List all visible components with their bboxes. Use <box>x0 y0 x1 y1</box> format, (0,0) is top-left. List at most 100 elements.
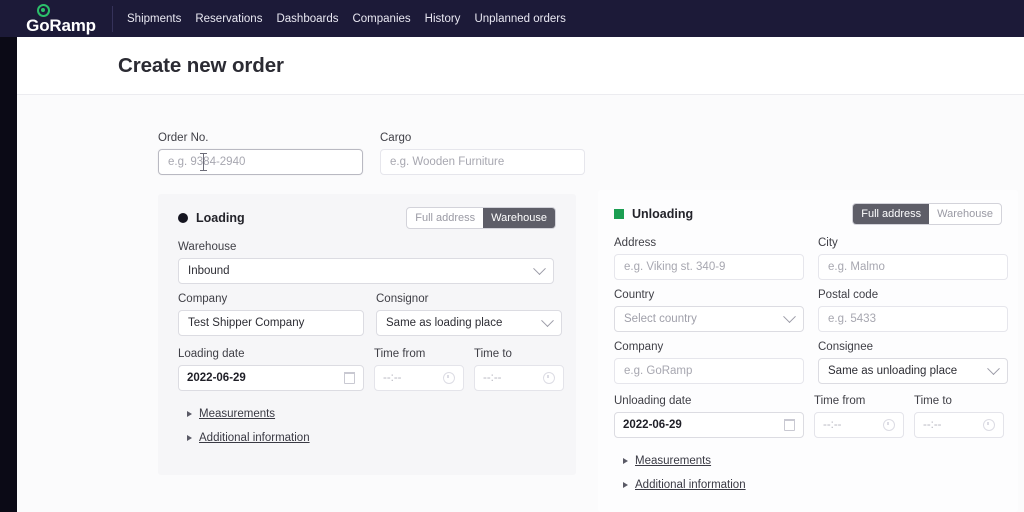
unloading-city-label: City <box>818 237 838 249</box>
nav-divider <box>112 5 113 32</box>
unloading-company-input[interactable]: e.g. GoRamp <box>614 358 804 384</box>
unloading-address-field: Address e.g. Viking st. 340-9 <box>614 237 804 280</box>
clock-icon[interactable] <box>983 419 995 431</box>
loading-address-type-toggle[interactable]: Full address Warehouse <box>406 207 556 229</box>
unloading-consignee-select[interactable]: Same as unloading place <box>818 358 1008 384</box>
loading-toggle-warehouse[interactable]: Warehouse <box>483 208 555 228</box>
unloading-address-label: Address <box>614 237 657 249</box>
loading-time-from-input[interactable]: --:-- <box>374 365 464 391</box>
clock-icon[interactable] <box>883 419 895 431</box>
cargo-placeholder: e.g. Wooden Furniture <box>390 156 505 168</box>
unloading-time-to-value: --:-- <box>923 419 942 431</box>
nav-item-reservations[interactable]: Reservations <box>195 13 262 25</box>
loading-time-to-label: Time to <box>474 348 512 360</box>
nav-item-shipments[interactable]: Shipments <box>127 13 181 25</box>
calendar-icon[interactable] <box>343 371 356 384</box>
unloading-country-select[interactable]: Select country <box>614 306 804 332</box>
unloading-time-from-input[interactable]: --:-- <box>814 412 904 438</box>
calendar-icon[interactable] <box>783 418 796 431</box>
unloading-title-group: Unloading <box>614 207 693 221</box>
nav-item-unplanned-orders[interactable]: Unplanned orders <box>474 13 565 25</box>
unloading-postal-code-input[interactable]: e.g. 5433 <box>818 306 1008 332</box>
unloading-address-type-toggle[interactable]: Full address Warehouse <box>852 203 1002 225</box>
triangle-right-icon <box>623 458 628 464</box>
triangle-right-icon <box>623 482 628 488</box>
loading-company-value: Test Shipper Company <box>188 317 305 329</box>
loading-time-to-value: --:-- <box>483 372 502 384</box>
unloading-address-placeholder: e.g. Viking st. 340-9 <box>624 261 726 273</box>
loading-consignor-select[interactable]: Same as loading place <box>376 310 562 336</box>
loading-disclosures: Measurements Additional information <box>178 408 556 444</box>
loading-warehouse-select[interactable]: Inbound <box>178 258 554 284</box>
collapsed-sidebar[interactable] <box>0 37 17 512</box>
chevron-down-icon <box>987 361 1000 375</box>
nav-item-companies[interactable]: Companies <box>352 13 410 25</box>
unloading-time-to-field: Time to --:-- <box>914 395 1004 438</box>
unloading-postal-code-field: Postal code e.g. 5433 <box>818 289 1008 332</box>
unloading-panel: Unloading Full address Warehouse Address… <box>598 190 1018 512</box>
text-cursor-icon <box>200 153 207 172</box>
unloading-marker-icon <box>614 209 624 219</box>
loading-date-row: Loading date 2022-06-29 Time from --:-- … <box>178 348 564 391</box>
chevron-down-icon <box>541 313 554 327</box>
loading-company-label: Company <box>178 293 228 305</box>
loading-warehouse-label: Warehouse <box>178 241 237 253</box>
clock-icon[interactable] <box>543 372 555 384</box>
chevron-down-icon <box>783 309 796 323</box>
loading-company-input[interactable]: Test Shipper Company <box>178 310 364 336</box>
cargo-label: Cargo <box>380 132 412 144</box>
unloading-consignee-field: Consignee Same as unloading place <box>818 341 1008 384</box>
nav-item-history[interactable]: History <box>425 13 461 25</box>
triangle-right-icon <box>187 435 192 441</box>
loading-measurements-toggle[interactable]: Measurements <box>178 408 556 420</box>
cargo-input[interactable]: e.g. Wooden Furniture <box>380 149 585 175</box>
nav-item-dashboards[interactable]: Dashboards <box>276 13 338 25</box>
unloading-company-placeholder: e.g. GoRamp <box>624 365 693 377</box>
unloading-city-input[interactable]: e.g. Malmo <box>818 254 1008 280</box>
unloading-consignee-value: Same as unloading place <box>828 365 958 377</box>
unloading-disclosures: Measurements Additional information <box>614 455 1002 491</box>
unloading-time-from-label: Time from <box>814 395 866 407</box>
loading-panel-header: Loading Full address Warehouse <box>178 207 556 229</box>
unloading-toggle-full-address[interactable]: Full address <box>853 204 930 224</box>
unloading-postal-code-placeholder: e.g. 5433 <box>828 313 876 325</box>
loading-title-group: Loading <box>178 211 245 225</box>
unloading-time-from-field: Time from --:-- <box>814 395 904 438</box>
order-no-input[interactable]: e.g. 9384-2940 <box>158 149 363 175</box>
loading-toggle-full-address[interactable]: Full address <box>407 208 483 228</box>
unloading-title: Unloading <box>632 207 694 221</box>
loading-consignor-value: Same as loading place <box>386 317 503 329</box>
loading-marker-icon <box>178 213 188 223</box>
unloading-address-input[interactable]: e.g. Viking st. 340-9 <box>614 254 804 280</box>
unloading-date-field: Unloading date 2022-06-29 <box>614 395 804 438</box>
chevron-down-icon <box>533 261 546 275</box>
unloading-measurements-label: Measurements <box>635 455 712 467</box>
unloading-country-value: Select country <box>624 313 697 325</box>
loading-additional-info-toggle[interactable]: Additional information <box>178 432 556 444</box>
loading-date-input[interactable]: 2022-06-29 <box>178 365 364 391</box>
unloading-additional-info-toggle[interactable]: Additional information <box>614 479 1002 491</box>
brand-logo[interactable]: GoRamp <box>0 3 112 34</box>
loading-warehouse-field: Warehouse Inbound <box>178 241 556 284</box>
loading-time-to-input[interactable]: --:-- <box>474 365 564 391</box>
top-navbar: GoRamp Shipments Reservations Dashboards… <box>0 0 1024 37</box>
unloading-country-label: Country <box>614 289 655 301</box>
loading-date-label: Loading date <box>178 348 245 360</box>
unloading-toggle-warehouse[interactable]: Warehouse <box>929 204 1001 224</box>
loading-warehouse-value: Inbound <box>188 265 230 277</box>
clock-icon[interactable] <box>443 372 455 384</box>
loading-date-value: 2022-06-29 <box>187 372 246 384</box>
unloading-date-label: Unloading date <box>614 395 692 407</box>
unloading-date-input[interactable]: 2022-06-29 <box>614 412 804 438</box>
unloading-measurements-toggle[interactable]: Measurements <box>614 455 1002 467</box>
unloading-time-to-input[interactable]: --:-- <box>914 412 1004 438</box>
page-title: Create new order <box>118 53 284 77</box>
unloading-country-field: Country Select country <box>614 289 804 332</box>
unloading-additional-info-label: Additional information <box>635 479 746 491</box>
loading-panel: Loading Full address Warehouse Warehouse… <box>158 194 576 475</box>
unloading-fields-grid: Address e.g. Viking st. 340-9 City e.g. … <box>614 237 1008 384</box>
loading-consignor-label: Consignor <box>376 293 429 305</box>
loading-measurements-label: Measurements <box>199 408 276 420</box>
app-root: GoRamp Shipments Reservations Dashboards… <box>0 0 1024 512</box>
unloading-time-from-value: --:-- <box>823 419 842 431</box>
